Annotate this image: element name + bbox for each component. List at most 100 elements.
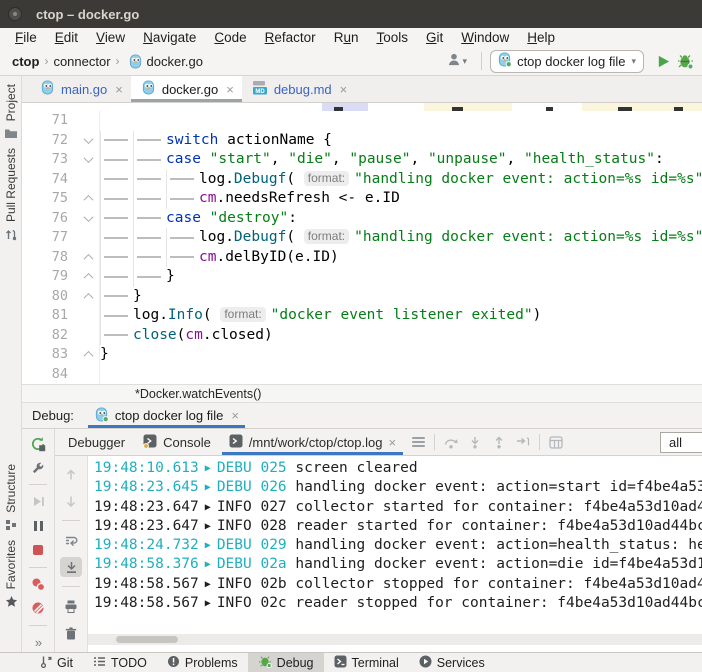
- step-into-icon[interactable]: [464, 432, 486, 452]
- editor-tab-docker.go[interactable]: docker.go×: [131, 76, 242, 102]
- editor-tab-debug.md[interactable]: MDdebug.md×: [242, 76, 355, 102]
- terminal-icon: [334, 655, 347, 671]
- code-line-78[interactable]: 78cm.delByID(e.ID): [22, 248, 702, 268]
- menu-item-help[interactable]: Help: [518, 30, 564, 45]
- close-icon[interactable]: ×: [231, 408, 239, 423]
- code-token: cm: [199, 249, 216, 265]
- code-line-76[interactable]: 76case "destroy":: [22, 209, 702, 229]
- fold-down-icon[interactable]: [84, 134, 94, 144]
- code-line-77[interactable]: 77log.Debugf( format:"handling docker ev…: [22, 228, 702, 248]
- editor-tab-main.go[interactable]: main.go×: [30, 76, 131, 102]
- fold-up-icon[interactable]: [84, 254, 94, 264]
- code-line-83[interactable]: 83}: [22, 345, 702, 365]
- tab-whitespace: [133, 131, 166, 151]
- code-token: ,: [410, 151, 427, 167]
- code-token: (: [286, 171, 303, 187]
- fold-up-icon[interactable]: [84, 273, 94, 283]
- scrollbar-thumb[interactable]: [116, 636, 178, 643]
- close-icon[interactable]: ×: [115, 82, 123, 97]
- close-icon[interactable]: ×: [388, 435, 396, 450]
- log-output[interactable]: 19:48:10.613 ▶ DEBU 025 screen cleared19…: [88, 456, 702, 652]
- console-tab-debugger[interactable]: Debugger: [59, 429, 134, 455]
- window-menu-icon[interactable]: [8, 7, 22, 21]
- debug-session-tab-bar: Debug: ctop docker log file ×: [22, 403, 702, 428]
- resume-icon: [27, 492, 49, 511]
- code-line-73[interactable]: 73case "start", "die", "pause", "unpause…: [22, 150, 702, 170]
- code-line-82[interactable]: 82close(cm.closed): [22, 326, 702, 346]
- code-line-80[interactable]: 80}: [22, 287, 702, 307]
- tab-whitespace: [133, 267, 166, 287]
- code-text: }: [100, 267, 702, 287]
- code-token: .closed): [203, 327, 273, 343]
- code-line-71[interactable]: 71: [22, 111, 702, 131]
- menu-item-view[interactable]: View: [87, 30, 134, 45]
- code-text: case "start", "die", "pause", "unpause",…: [100, 150, 702, 170]
- clipped-glyphs: [546, 107, 553, 111]
- console-tab-console[interactable]: Console: [134, 429, 220, 455]
- chevron-down-icon: ▾: [463, 56, 468, 67]
- parameter-hint: format:: [304, 229, 349, 244]
- menu-item-run[interactable]: Run: [325, 30, 368, 45]
- status-item-label: Terminal: [352, 656, 399, 670]
- log-timestamp: 19:48:58.567: [94, 595, 199, 611]
- tool-stripe-favorites[interactable]: Favorites: [4, 540, 18, 589]
- log-level-filter-select[interactable]: all: [660, 432, 702, 453]
- menu-item-navigate[interactable]: Navigate: [134, 30, 205, 45]
- user-button[interactable]: ▾: [446, 52, 468, 70]
- tool-stripe-structure[interactable]: Structure: [4, 464, 18, 513]
- debug-session-tab[interactable]: ctop docker log file ×: [88, 403, 245, 428]
- menu-item-edit[interactable]: Edit: [46, 30, 87, 45]
- tab-whitespace: [133, 248, 166, 268]
- close-icon[interactable]: ×: [340, 82, 348, 97]
- status-item-problems[interactable]: Problems: [157, 653, 248, 672]
- tool-stripe-project[interactable]: Project: [4, 84, 18, 121]
- code-line-79[interactable]: 79}: [22, 267, 702, 287]
- code-line-81[interactable]: 81log.Info( format:"docker event listene…: [22, 306, 702, 326]
- horizontal-scrollbar[interactable]: [88, 634, 702, 645]
- run-button[interactable]: [652, 50, 674, 72]
- code-line-72[interactable]: 72switch actionName {: [22, 131, 702, 151]
- code-token: "destroy": [210, 210, 289, 226]
- step-over-icon[interactable]: [440, 432, 462, 452]
- context-method-label[interactable]: *Docker.watchEvents(): [135, 387, 261, 401]
- code-token: :: [655, 151, 664, 167]
- run-to-cursor-icon[interactable]: [512, 432, 534, 452]
- status-item-git[interactable]: Git: [30, 653, 83, 672]
- menu-icon[interactable]: [407, 432, 429, 452]
- breadcrumb-package[interactable]: connector: [53, 54, 110, 69]
- step-out-icon[interactable]: [488, 432, 510, 452]
- fold-up-icon[interactable]: [84, 195, 94, 205]
- tool-stripe-pull-requests[interactable]: Pull Requests: [4, 148, 18, 222]
- line-number: 79: [22, 267, 78, 287]
- run-configuration-select[interactable]: ctop docker log file ▾: [490, 50, 644, 73]
- menu-item-refactor[interactable]: Refactor: [256, 30, 325, 45]
- code-text: close(cm.closed): [100, 326, 702, 346]
- console-tab--mnt-work-ctop-ctop-log[interactable]: /mnt/work/ctop/ctop.log×: [220, 429, 405, 455]
- breadcrumb-project[interactable]: ctop: [12, 54, 39, 69]
- log-arrow-icon: ▶: [199, 463, 217, 474]
- code-line-84[interactable]: 84: [22, 365, 702, 385]
- code-line-75[interactable]: 75cm.needsRefresh <- e.ID: [22, 189, 702, 209]
- fold-up-icon[interactable]: [84, 293, 94, 303]
- status-item-services[interactable]: Services: [409, 653, 495, 672]
- debug-button[interactable]: [674, 50, 696, 72]
- layout-icon[interactable]: [545, 432, 567, 452]
- status-item-todo[interactable]: TODO: [83, 653, 157, 672]
- menu-item-tools[interactable]: Tools: [367, 30, 417, 45]
- menu-item-window[interactable]: Window: [452, 30, 518, 45]
- menu-item-code[interactable]: Code: [205, 30, 255, 45]
- fold-up-icon[interactable]: [84, 351, 94, 361]
- fold-down-icon[interactable]: [84, 153, 94, 163]
- status-item-debug[interactable]: Debug: [248, 653, 324, 672]
- log-level: INFO 027: [217, 499, 296, 515]
- fold-down-icon[interactable]: [84, 212, 94, 222]
- code-editor[interactable]: 7172switch actionName {73case "start", "…: [22, 103, 702, 384]
- breadcrumb-file[interactable]: docker.go: [147, 54, 203, 69]
- log-level: DEBU 026: [217, 479, 296, 495]
- menu-item-git[interactable]: Git: [417, 30, 452, 45]
- code-line-74[interactable]: 74log.Debugf( format:"handling docker ev…: [22, 170, 702, 190]
- fold-column: [78, 209, 100, 229]
- menu-item-file[interactable]: File: [6, 30, 46, 45]
- close-icon[interactable]: ×: [226, 82, 234, 97]
- status-item-terminal[interactable]: Terminal: [324, 653, 409, 672]
